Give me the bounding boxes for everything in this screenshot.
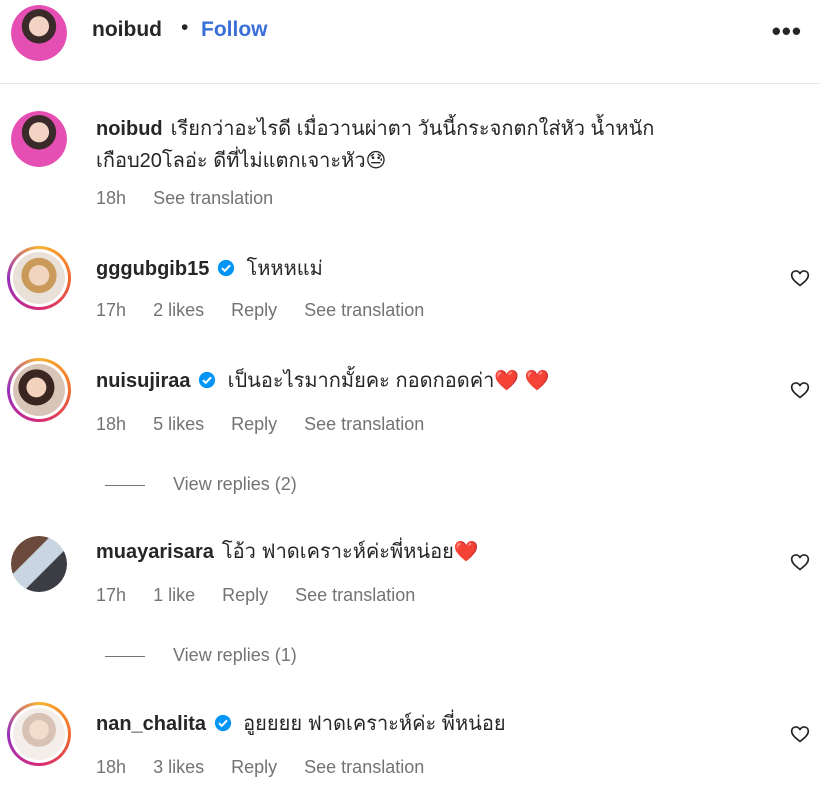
view-replies-button[interactable]: View replies (2) <box>105 474 297 495</box>
see-translation-link[interactable]: See translation <box>304 757 424 777</box>
avatar[interactable] <box>7 246 71 310</box>
like-heart-icon[interactable] <box>790 380 810 400</box>
view-replies-label: View replies (1) <box>173 645 297 665</box>
comment-body: อูยยยย ฟาดเคราะห์ค่ะ พี่หน่อย <box>243 713 506 735</box>
comment-text: nuisujiraa เป็นอะไรมากมั้ยคะ กอดกอดค่า❤️… <box>96 365 550 397</box>
timestamp: 18h <box>96 188 127 208</box>
post-author-username[interactable]: noibud <box>92 18 162 42</box>
timestamp: 17h <box>96 300 127 320</box>
more-options-icon[interactable]: ••• <box>772 16 802 47</box>
avatar[interactable] <box>7 702 71 766</box>
reply-button[interactable]: Reply <box>231 414 277 434</box>
reply-button[interactable]: Reply <box>231 300 277 320</box>
timestamp: 18h <box>96 757 127 777</box>
follow-button[interactable]: Follow <box>201 18 268 42</box>
see-translation-link[interactable]: See translation <box>153 188 273 208</box>
comment-username[interactable]: gggubgib15 <box>96 258 209 280</box>
replies-divider <box>105 484 145 486</box>
timestamp: 17h <box>96 585 127 605</box>
caption-username[interactable]: noibud <box>96 118 163 140</box>
replies-divider <box>105 655 145 657</box>
like-heart-icon[interactable] <box>790 552 810 572</box>
comment-text: gggubgib15 โหหหแม่ <box>96 253 323 285</box>
avatar[interactable] <box>7 358 71 422</box>
likes-count[interactable]: 1 like <box>153 585 195 605</box>
like-heart-icon[interactable] <box>790 724 810 744</box>
comment-meta: 18h 3 likes Reply See translation <box>96 757 446 778</box>
post-header: noibud • Follow ••• <box>0 0 820 84</box>
comment-text: muayarisara โอ้ว ฟาดเคราะห์ค่ะพี่หน่อย❤️ <box>96 536 479 568</box>
comment-meta: 18h 5 likes Reply See translation <box>96 414 446 435</box>
reply-button[interactable]: Reply <box>222 585 268 605</box>
comment-username[interactable]: nan_chalita <box>96 713 206 735</box>
view-replies-button[interactable]: View replies (1) <box>105 645 297 666</box>
comment-text: nan_chalita อูยยยย ฟาดเคราะห์ค่ะ พี่หน่อ… <box>96 708 506 740</box>
caption-text: noibud เรียกว่าอะไรดี เมื่อวานผ่าตา วันนี… <box>96 113 736 177</box>
likes-count[interactable]: 3 likes <box>153 757 204 777</box>
avatar[interactable] <box>11 111 67 167</box>
timestamp: 18h <box>96 414 127 434</box>
likes-count[interactable]: 2 likes <box>153 300 204 320</box>
comment-body: โหหหแม่ <box>246 258 323 280</box>
reply-button[interactable]: Reply <box>231 757 277 777</box>
verified-badge-icon <box>217 259 234 277</box>
comment-username[interactable]: nuisujiraa <box>96 370 190 392</box>
separator-dot: • <box>181 16 189 39</box>
see-translation-link[interactable]: See translation <box>304 414 424 434</box>
avatar[interactable] <box>11 536 67 592</box>
comment-username[interactable]: muayarisara <box>96 541 214 563</box>
likes-count[interactable]: 5 likes <box>153 414 204 434</box>
avatar[interactable] <box>11 5 67 61</box>
comment-body: โอ้ว ฟาดเคราะห์ค่ะพี่หน่อย❤️ <box>221 541 479 563</box>
caption-meta: 18h See translation <box>96 188 295 209</box>
caption-body: เรียกว่าอะไรดี เมื่อวานผ่าตา วันนี้กระจก… <box>96 118 655 172</box>
verified-badge-icon <box>214 714 231 732</box>
see-translation-link[interactable]: See translation <box>295 585 415 605</box>
like-heart-icon[interactable] <box>790 268 810 288</box>
verified-badge-icon <box>198 371 216 389</box>
comment-body: เป็นอะไรมากมั้ยคะ กอดกอดค่า❤️ ❤️ <box>227 370 550 392</box>
view-replies-label: View replies (2) <box>173 474 297 494</box>
comment-meta: 17h 2 likes Reply See translation <box>96 300 446 321</box>
see-translation-link[interactable]: See translation <box>304 300 424 320</box>
comment-meta: 17h 1 like Reply See translation <box>96 585 437 606</box>
